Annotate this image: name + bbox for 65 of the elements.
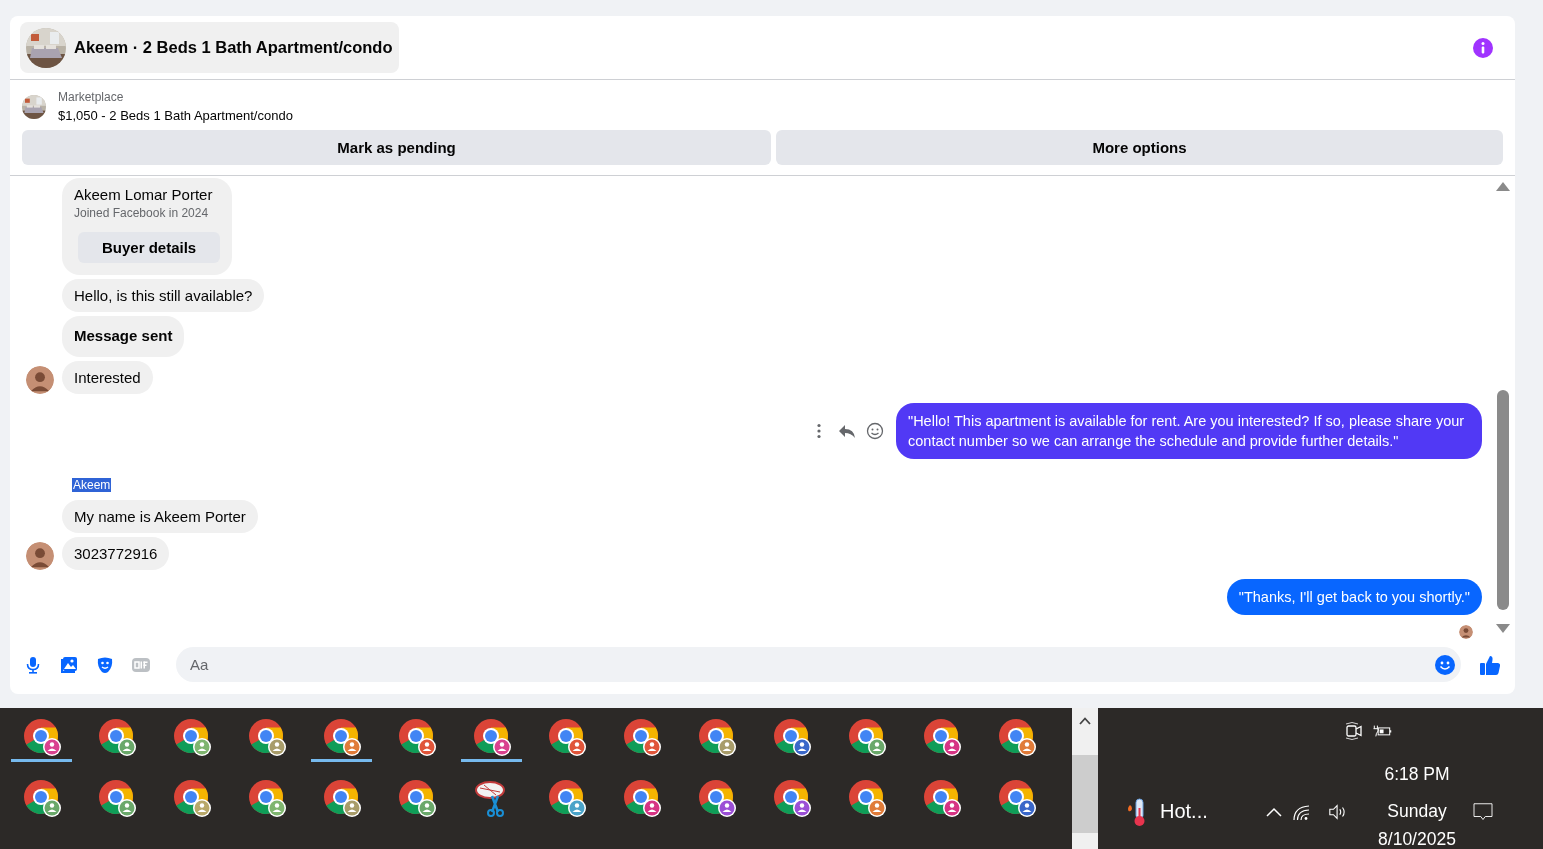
clock-day[interactable]: Sunday (1364, 801, 1470, 822)
notification-icon[interactable] (1470, 802, 1496, 821)
browser-icon[interactable] (246, 777, 287, 818)
thermometer-icon[interactable] (1126, 796, 1146, 827)
camera-icon[interactable] (1344, 722, 1364, 740)
browser-icon[interactable] (696, 716, 737, 757)
wifi-icon[interactable] (1292, 802, 1312, 821)
browser-icon[interactable] (771, 716, 812, 757)
browser-icon[interactable] (21, 777, 62, 818)
browser-icon[interactable] (921, 716, 962, 757)
message-bubble: "Thanks, I'll get back to you shortly." (1226, 579, 1482, 615)
more-options-button[interactable]: More options (776, 130, 1503, 165)
listing-summary[interactable]: $1,050 - 2 Beds 1 Bath Apartment/condo (58, 108, 293, 123)
browser-icon[interactable] (321, 777, 362, 818)
message-bubble: Message sent (62, 316, 185, 357)
browser-icon[interactable] (396, 716, 437, 757)
buyer-details-button[interactable]: Buyer details (78, 232, 221, 263)
browser-icon[interactable] (771, 777, 812, 818)
browser-icon[interactable] (696, 777, 737, 818)
conversation-title: Akeem · 2 Beds 1 Bath Apartment/condo (74, 38, 394, 57)
listing-source: Marketplace (58, 90, 125, 104)
browser-icon[interactable] (546, 716, 587, 757)
scroll-down-icon[interactable] (1495, 624, 1510, 633)
browser-icon[interactable] (321, 716, 362, 757)
browser-icon[interactable] (246, 716, 287, 757)
browser-icon[interactable] (546, 777, 587, 818)
clock-time[interactable]: 6:18 PM (1364, 763, 1470, 785)
joined-date: Joined Facebook in 2024 (74, 206, 209, 220)
emoji-icon[interactable] (866, 422, 884, 440)
emoji-icon[interactable] (1435, 654, 1455, 675)
browser-icon[interactable] (996, 716, 1037, 757)
weather-label[interactable]: Hot... (1154, 800, 1264, 823)
scrollbar-thumb[interactable] (1072, 755, 1098, 833)
mark-pending-button[interactable]: Mark as pending (22, 130, 772, 165)
message-bubble: Interested (62, 361, 153, 394)
browser-icon[interactable] (96, 716, 137, 757)
clock-date[interactable]: 8/10/2025 (1364, 828, 1470, 849)
message-field[interactable]: Aa (176, 647, 1461, 682)
browser-icon[interactable] (96, 777, 137, 818)
photo-icon[interactable] (60, 655, 78, 674)
microphone-icon[interactable] (24, 655, 42, 674)
thumbs-up-icon[interactable] (1479, 653, 1501, 676)
message-bubble: 3023772916 (62, 537, 170, 570)
message-input[interactable]: Aa (188, 655, 1435, 674)
browser-icon[interactable] (396, 777, 437, 818)
browser-icon[interactable] (21, 716, 62, 757)
info-icon[interactable] (1473, 37, 1493, 58)
browser-icon[interactable] (171, 716, 212, 757)
message-bubble: "Hello! This apartment is available for rent. Are you interested? If so, please share your contact number so we can arrange the schedule and provide further details." (896, 403, 1482, 459)
browser-icon[interactable] (621, 716, 662, 757)
scrollbar-thumb[interactable] (1496, 390, 1509, 610)
browser-icon[interactable] (846, 716, 887, 757)
message-bubble: My name is Akeem Porter (62, 500, 258, 533)
browser-icon[interactable] (621, 777, 662, 818)
message-bubble: Hello, is this still available? (62, 279, 265, 312)
browser-icon[interactable] (921, 777, 962, 818)
sender-name: Akeem (72, 478, 112, 492)
browser-icon[interactable] (171, 777, 212, 818)
browser-icon[interactable] (471, 716, 512, 757)
volume-icon[interactable] (1328, 802, 1348, 821)
sticker-icon[interactable] (96, 655, 114, 674)
profile-name: Akeem Lomar Porter (74, 185, 213, 205)
scroll-up-icon[interactable] (1079, 717, 1091, 725)
browser-icon[interactable] (996, 777, 1037, 818)
browser-icon[interactable] (846, 777, 887, 818)
